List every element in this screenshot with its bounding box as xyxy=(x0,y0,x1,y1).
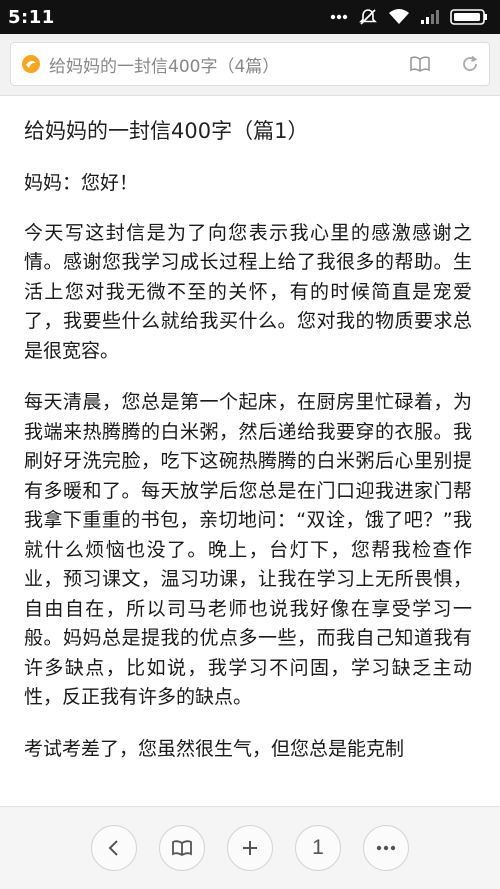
article-paragraph: 今天写这封信是为了向您表示我心里的感激感谢之情。感谢您我学习成长过程上给了我很多… xyxy=(24,221,472,362)
back-icon xyxy=(106,839,122,857)
article-title: 给妈妈的一封信400字（篇1） xyxy=(24,119,309,143)
article-greeting: 妈妈：您好！ xyxy=(24,172,139,194)
tab-count: 1 xyxy=(312,836,324,859)
add-button[interactable] xyxy=(227,825,273,871)
status-time: 5:11 xyxy=(8,6,55,28)
article-paragraph: 每天清晨，您总是第一个起床，在厨房里忙碌着，为我端来热腾腾的白米粥，然后递给我要… xyxy=(24,391,472,708)
url-actions xyxy=(409,55,479,73)
reader-mode-icon[interactable] xyxy=(409,55,431,73)
wifi-icon xyxy=(388,8,410,26)
site-logo-icon xyxy=(21,54,41,74)
article-content: 给妈妈的一封信400字（篇1） 妈妈：您好！ 今天写这封信是为了向您表示我心里的… xyxy=(0,96,500,806)
add-icon xyxy=(241,839,259,857)
more-menu-icon xyxy=(376,845,396,851)
bookmarks-icon xyxy=(171,839,193,857)
mute-icon xyxy=(358,7,378,27)
address-bar: 给妈妈的一封信400字（4篇） xyxy=(0,34,500,96)
status-bar: 5:11 xyxy=(0,0,500,34)
battery-icon xyxy=(450,8,488,26)
bookmarks-button[interactable] xyxy=(159,825,205,871)
back-button[interactable] xyxy=(91,825,137,871)
menu-button[interactable] xyxy=(363,825,409,871)
refresh-icon[interactable] xyxy=(461,55,479,73)
article-paragraph: 考试考差了，您虽然很生气，但您总是能克制 xyxy=(24,737,405,760)
more-dots-icon xyxy=(330,14,348,20)
signal-icon xyxy=(420,9,440,25)
page-title-field[interactable]: 给妈妈的一封信400字（4篇） xyxy=(49,52,399,77)
url-field[interactable]: 给妈妈的一封信400字（4篇） xyxy=(10,42,490,86)
status-icons xyxy=(330,7,488,27)
bottom-toolbar: 1 xyxy=(0,806,500,889)
tabs-button[interactable]: 1 xyxy=(295,825,341,871)
